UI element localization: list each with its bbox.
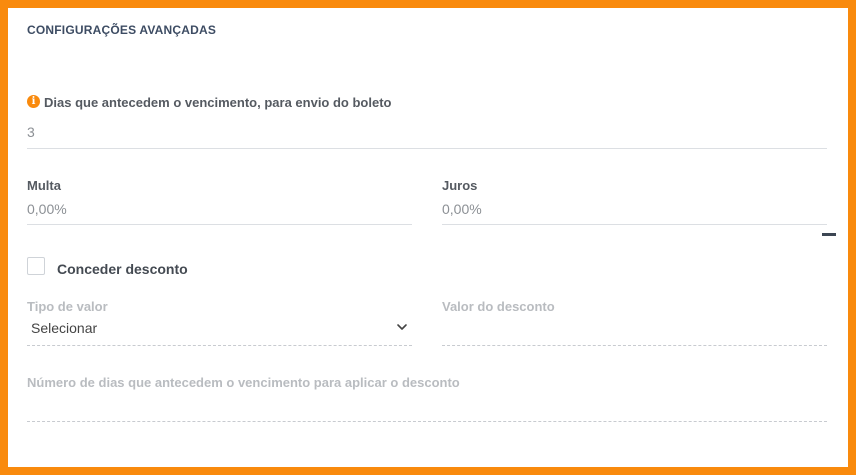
- info-icon: i: [27, 95, 40, 108]
- value-type-underline: [27, 345, 412, 346]
- discount-days-label: Número de dias que antecedem o venciment…: [27, 375, 460, 390]
- multa-label: Multa: [27, 178, 61, 193]
- minus-icon[interactable]: [822, 233, 836, 236]
- value-type-select[interactable]: Selecionar: [31, 320, 97, 336]
- discount-value-label: Valor do desconto: [442, 299, 555, 314]
- grant-discount-label[interactable]: Conceder desconto: [57, 261, 188, 277]
- section-title: CONFIGURAÇÕES AVANÇADAS: [27, 23, 217, 37]
- days-before-due-input[interactable]: 3: [27, 124, 35, 140]
- multa-input[interactable]: 0,00%: [27, 201, 67, 217]
- advanced-settings-panel: [0, 0, 856, 475]
- grant-discount-checkbox[interactable]: [27, 257, 45, 275]
- juros-label: Juros: [442, 178, 478, 193]
- discount-value-input[interactable]: [442, 345, 827, 346]
- days-before-due-label: Dias que antecedem o vencimento, para en…: [44, 95, 392, 110]
- juros-underline: [442, 224, 827, 225]
- juros-input[interactable]: 0,00%: [442, 201, 482, 217]
- chevron-down-icon[interactable]: [396, 321, 408, 333]
- discount-days-input[interactable]: [27, 421, 827, 422]
- multa-underline: [27, 224, 412, 225]
- days-before-due-underline: [27, 148, 827, 149]
- value-type-label: Tipo de valor: [27, 299, 108, 314]
